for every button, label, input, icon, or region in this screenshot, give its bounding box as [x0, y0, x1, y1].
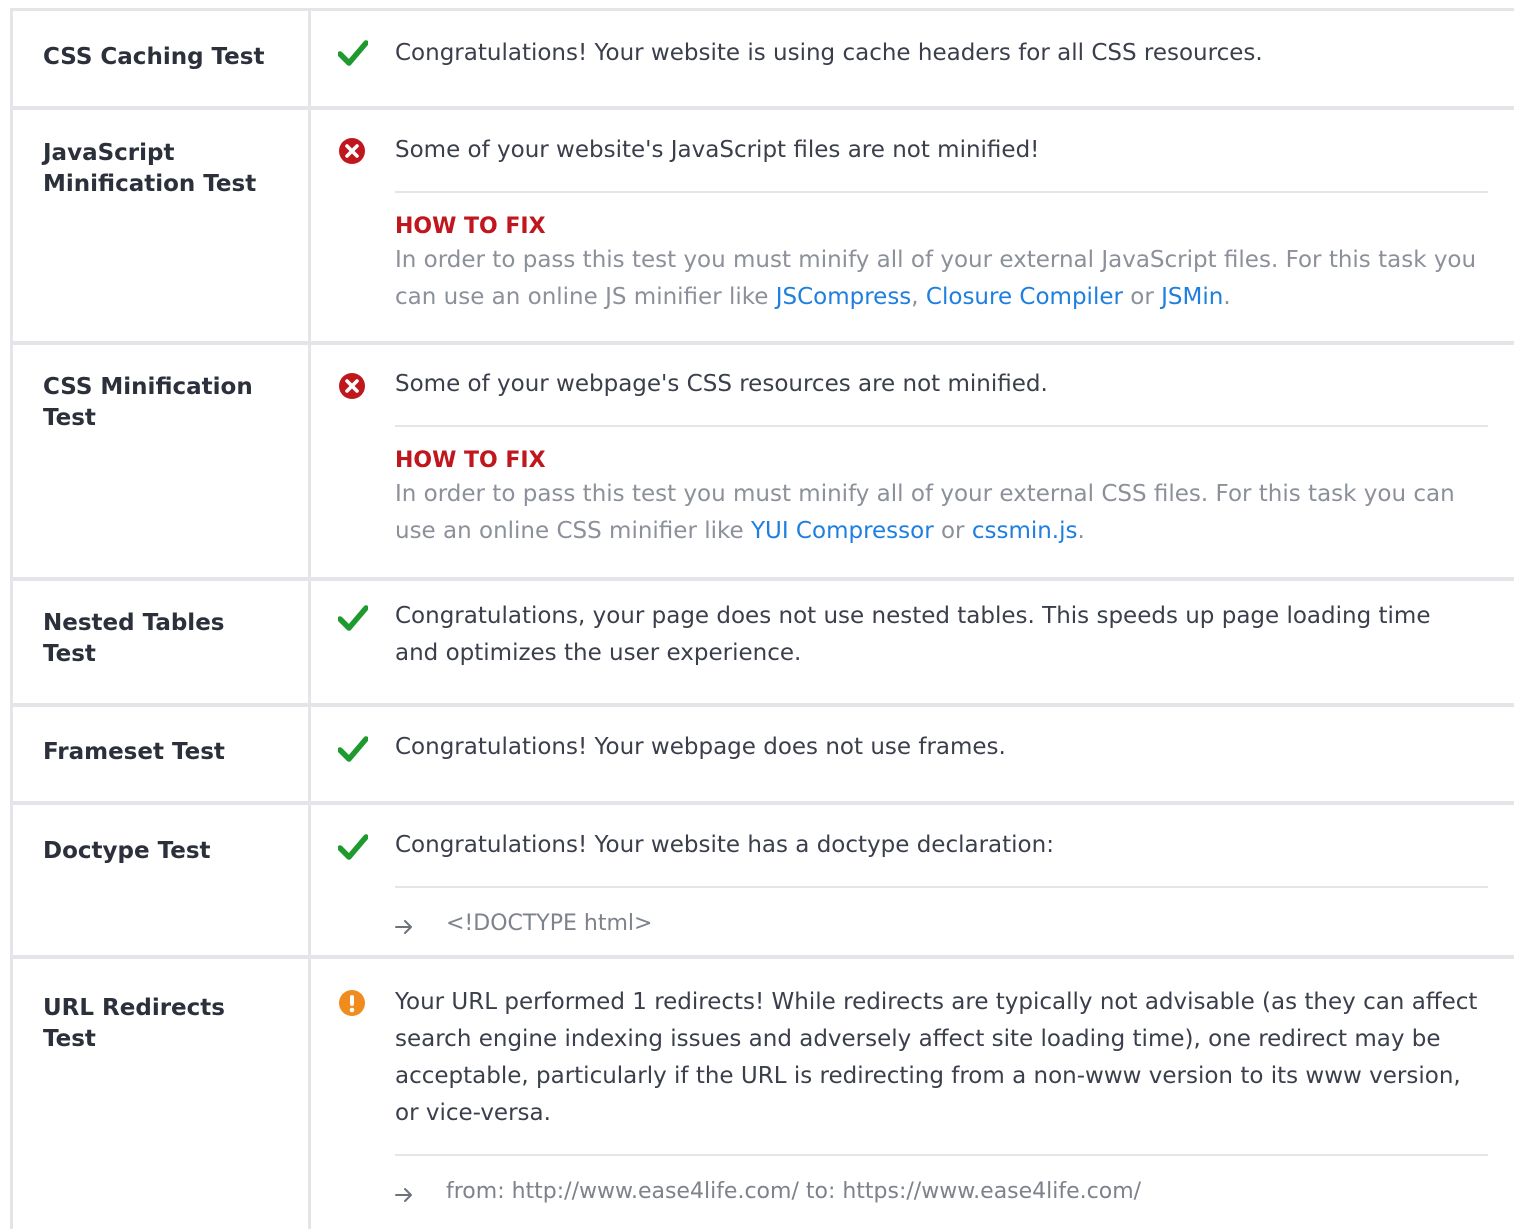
test-message: Congratulations! Your website is using c… — [395, 40, 1263, 66]
test-name: Nested Tables Test — [43, 610, 225, 667]
test-message: Congratulations! Your website has a doct… — [395, 832, 1054, 858]
fix-text-end: . — [1223, 284, 1231, 310]
test-name: Doctype Test — [43, 838, 211, 864]
test-message: Some of your website's JavaScript files … — [395, 137, 1040, 163]
doctype-value: <!DOCTYPE html> — [446, 911, 653, 936]
test-result-cell: Congratulations! Your webpage does not u… — [311, 707, 1514, 801]
divider — [395, 425, 1488, 427]
test-row-url-redirects: URL Redirects Test Your URL performed 1 … — [10, 959, 1514, 1229]
test-label-cell: CSS Minification Test — [10, 345, 311, 577]
test-message: Congratulations, your page does not use … — [395, 603, 1431, 666]
check-icon — [338, 735, 368, 763]
test-result-cell: Some of your website's JavaScript files … — [311, 110, 1514, 341]
check-icon — [338, 833, 368, 861]
seo-report-table: CSS Caching Test Congratulations! Your w… — [10, 8, 1514, 1229]
test-name: CSS Minification Test — [43, 374, 253, 431]
fix-text-separator: , — [911, 284, 926, 310]
test-result-cell: Your URL performed 1 redirects! While re… — [311, 959, 1514, 1229]
arrow-right-icon — [395, 1183, 413, 1202]
test-name: Frameset Test — [43, 739, 225, 765]
test-label-cell: Doctype Test — [10, 805, 311, 955]
how-to-fix-title: HOW TO FIX — [395, 214, 546, 239]
divider — [395, 886, 1488, 888]
test-result-cell: Congratulations! Your website has a doct… — [311, 805, 1514, 955]
test-message: Some of your webpage's CSS resources are… — [395, 371, 1048, 397]
test-label-cell: Nested Tables Test — [10, 581, 311, 703]
test-result-cell: Congratulations, your page does not use … — [311, 581, 1514, 703]
link-cssmin-js[interactable]: cssmin.js — [972, 518, 1078, 544]
how-to-fix-title: HOW TO FIX — [395, 448, 546, 473]
test-row-css-caching: CSS Caching Test Congratulations! Your w… — [10, 11, 1514, 110]
test-name: CSS Caching Test — [43, 44, 265, 70]
fix-text-separator: or — [933, 518, 972, 544]
test-name: JavaScript Minification Test — [43, 140, 257, 197]
redirect-value: from: http://www.ease4life.com/ to: http… — [446, 1179, 1142, 1204]
error-circle-icon — [338, 372, 366, 400]
test-label-cell: URL Redirects Test — [10, 959, 311, 1229]
test-message: Your URL performed 1 redirects! While re… — [395, 989, 1478, 1126]
warning-circle-icon — [338, 989, 366, 1017]
doctype-detail: <!DOCTYPE html> — [395, 909, 1488, 939]
fix-text-separator: or — [1122, 284, 1162, 310]
link-yui-compressor[interactable]: YUI Compressor — [751, 518, 934, 544]
link-jscompress[interactable]: JSCompress — [776, 284, 912, 310]
arrow-right-icon — [395, 915, 413, 934]
divider — [395, 191, 1488, 193]
link-closure-compiler[interactable]: Closure Compiler — [926, 284, 1123, 310]
how-to-fix-text: In order to pass this test you must mini… — [395, 476, 1488, 550]
test-row-js-minification: JavaScript Minification Test Some of you… — [10, 110, 1514, 345]
check-icon — [338, 39, 368, 67]
fix-text-end: . — [1077, 518, 1085, 544]
test-row-doctype: Doctype Test Congratulations! Your websi… — [10, 805, 1514, 959]
test-message: Congratulations! Your webpage does not u… — [395, 734, 1006, 760]
redirect-detail: from: http://www.ease4life.com/ to: http… — [395, 1177, 1488, 1207]
check-icon — [338, 604, 368, 632]
test-result-cell: Congratulations! Your website is using c… — [311, 11, 1514, 106]
link-jsmin[interactable]: JSMin — [1161, 284, 1223, 310]
how-to-fix-text: In order to pass this test you must mini… — [395, 242, 1488, 316]
test-name: URL Redirects Test — [43, 995, 225, 1052]
test-row-css-minification: CSS Minification Test Some of your webpa… — [10, 345, 1514, 581]
error-circle-icon — [338, 137, 366, 165]
divider — [395, 1154, 1488, 1156]
test-row-frameset: Frameset Test Congratulations! Your webp… — [10, 707, 1514, 805]
test-label-cell: Frameset Test — [10, 707, 311, 801]
test-result-cell: Some of your webpage's CSS resources are… — [311, 345, 1514, 577]
test-row-nested-tables: Nested Tables Test Congratulations, your… — [10, 581, 1514, 707]
test-label-cell: JavaScript Minification Test — [10, 110, 311, 341]
test-label-cell: CSS Caching Test — [10, 11, 311, 106]
